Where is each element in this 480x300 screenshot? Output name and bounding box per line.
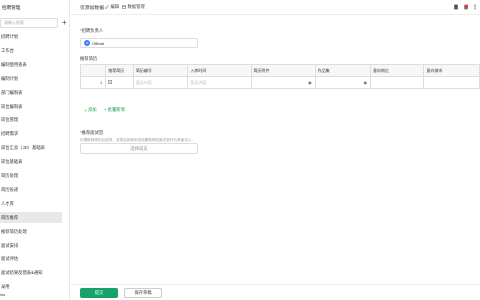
attachment-cell[interactable]: ◉ (250, 76, 316, 89)
resume-cell[interactable] (105, 76, 134, 89)
intended-position-cell[interactable] (369, 76, 425, 89)
topbar: 仅添加数据 编辑 数据管理 (70, 0, 480, 15)
sidebar-item[interactable]: 面试安排 (0, 240, 62, 251)
sidebar-item[interactable]: 岗位汇总（JD）基础表 (0, 142, 62, 153)
sidebar-title: 招聘管理 (2, 5, 21, 10)
sidebar-item[interactable]: 简历投递 (0, 184, 62, 195)
add-row-label: 添加 (88, 107, 97, 112)
copy-icon[interactable] (463, 4, 469, 10)
table-header-0: 推荐简历 (105, 64, 134, 77)
sidebar-item[interactable]: 招聘计划 (0, 31, 62, 42)
table-header-1: 简历编号 (132, 64, 189, 77)
owner-value: Official (92, 40, 105, 46)
sidebar-search-input[interactable]: 请输入搜索 (0, 18, 58, 28)
sidebar-item[interactable]: 招聘需求 (0, 128, 62, 139)
portfolio-cell[interactable]: ◉ (314, 76, 371, 89)
more-icon[interactable] (472, 4, 478, 10)
add-icon[interactable]: + (62, 18, 67, 27)
sidebar-item[interactable]: 工作台 (0, 45, 62, 56)
document-icon[interactable] (453, 4, 459, 10)
edit-label: 编辑 (110, 4, 120, 9)
data-manage-button[interactable]: 数据管理 (122, 4, 145, 10)
pencil-icon (105, 5, 109, 9)
submit-button[interactable]: 提交 (80, 288, 118, 298)
sidebar-item[interactable]: 岗位基础表 (0, 156, 62, 167)
sidebar-item[interactable]: 简历处理 (0, 170, 62, 181)
form-content: *招聘负责人 O Official 推荐简历 推荐简历 简历编号 入库时间 简历… (70, 15, 480, 300)
sidebar: 招聘管理 请输入搜索 + 招聘计划工作台编制使用查表 编制计划部门编制表岗位编制表… (0, 0, 70, 300)
sidebar-item[interactable]: 人才库 (0, 198, 62, 209)
sidebar-item[interactable]: 面试评估 (0, 253, 62, 264)
sidebar-item[interactable]: 部门编制表 (0, 87, 62, 98)
owner-label-row: *招聘负责人 (80, 28, 104, 33)
resume-code-placeholder: 暂无内容 (135, 79, 152, 85)
entry-time-cell: 暂无内容 (187, 76, 252, 89)
sidebar-item[interactable]: 编制使用查表 (0, 59, 62, 70)
intended-city-cell[interactable] (423, 76, 480, 89)
table-header-select (79, 64, 107, 77)
resumes-label: 推荐简历 (80, 56, 98, 61)
owner-label: 招聘负责人 (81, 28, 104, 33)
sidebar-item[interactable]: 录用 (0, 281, 62, 292)
form-footer: 提交 保存草稿 (70, 284, 480, 300)
table-row: 1 暂无内容 暂无内容 ◉ ◉ (79, 76, 480, 89)
table-header-5: 意向岗位 (369, 64, 425, 77)
edit-button[interactable]: 编辑 (105, 4, 119, 10)
sidebar-item[interactable]: 推荐简历处理 (0, 226, 62, 237)
avatar: O (84, 40, 90, 46)
table-header-3: 简历附件 (250, 64, 316, 77)
table-header-row: 推荐简历 简历编号 入库时间 简历附件 作品集 意向岗位 意向城市 (79, 64, 480, 77)
entry-time-placeholder: 暂无内容 (190, 79, 207, 85)
sidebar-item[interactable]: 岗位编制表 (0, 101, 62, 112)
owner-field[interactable]: O Official (80, 38, 198, 48)
link-icon[interactable] (108, 80, 113, 84)
sidebar-item[interactable]: 编制计划 (0, 73, 62, 84)
select-member-field[interactable]: 选择成员 (80, 143, 198, 154)
add-row-button[interactable]: + 添加 (84, 107, 97, 113)
table-header-2: 入库时间 (187, 64, 252, 77)
eye-icon[interactable]: ◉ (308, 80, 312, 85)
resume-code-cell: 暂无内容 (132, 76, 189, 89)
resume-table: 推荐简历 简历编号 入库时间 简历附件 作品集 意向岗位 意向城市 1 暂无内容… (79, 64, 480, 89)
table-icon (122, 5, 126, 9)
batch-add-button[interactable]: + 批量新增 (104, 107, 125, 113)
plus-icon: + (84, 107, 87, 113)
page-title: 仅添加数据 (80, 6, 104, 11)
recommend-label-row: *推荐面试官 (80, 130, 104, 135)
table-header-6: 意向城市 (423, 64, 480, 77)
row-number: 1 (79, 76, 107, 89)
save-draft-button[interactable]: 保存草稿 (124, 288, 162, 298)
sidebar-item[interactable]: 面试结果反馈表&通知 (0, 267, 62, 278)
table-header-4: 作品集 (314, 64, 371, 77)
sidebar-footer: ins (0, 292, 6, 297)
sidebar-item[interactable]: 岗位管理 (0, 114, 62, 125)
sidebar-item[interactable]: 简历推荐 (0, 211, 62, 223)
eye-icon[interactable]: ◉ (363, 80, 367, 85)
recommend-label: 推荐面试官 (81, 130, 104, 135)
data-manage-label: 数据管理 (127, 4, 145, 9)
